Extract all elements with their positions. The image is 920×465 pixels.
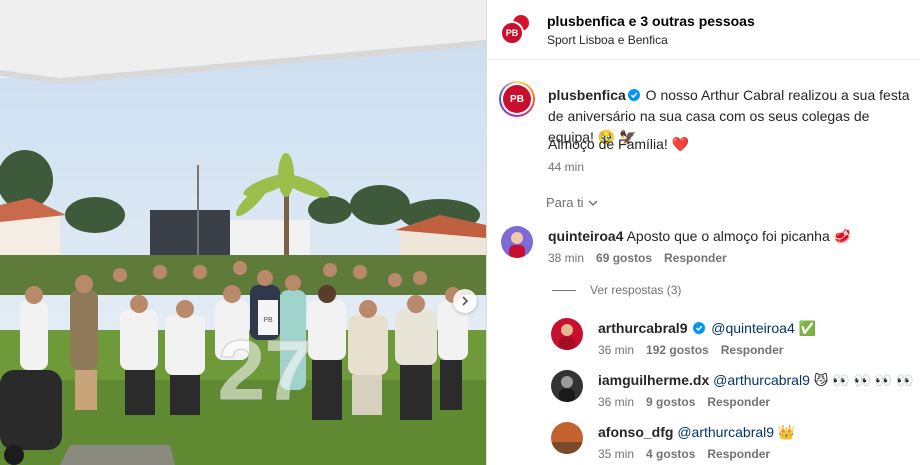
carousel-next-button[interactable] (453, 289, 477, 313)
comment-likes[interactable]: 69 gostos (596, 251, 652, 265)
collab-avatars[interactable]: PB (499, 11, 535, 47)
post-header: PB plusbenfica​ e 3 outras pessoas Sport… (487, 0, 920, 60)
reply-suffix: 😼 👀 👀 👀 👀 🔥 (813, 372, 920, 388)
reply-meta: 35 min 4 gostos Responder (598, 447, 770, 461)
caption-line-2: Almoço de Família! ❤️ (548, 136, 690, 152)
replies-line (552, 289, 576, 291)
reply-username[interactable]: arthurcabral9 (598, 320, 687, 336)
number-balloon: 27 (217, 323, 312, 417)
comment-filter-label: Para ti (546, 195, 584, 210)
comment-username[interactable]: quinteiroa4 (548, 228, 623, 244)
reply-text: afonso_dfg @arthurcabral9 👑 (598, 423, 795, 441)
post-sidebar: PB plusbenfica​ e 3 outras pessoas Sport… (487, 0, 920, 465)
reply-suffix: ✅ (794, 320, 817, 336)
comment-text: quinteiroa4 Aposto que o almoço foi pica… (548, 227, 851, 245)
comment-time[interactable]: 38 min (548, 251, 584, 265)
post-photo[interactable]: PB 27 (0, 0, 486, 465)
chevron-right-icon (462, 296, 469, 306)
comment-filter[interactable]: Para ti (546, 195, 598, 210)
author-avatar: PB (500, 21, 524, 45)
reply-text: arthurcabral9 @quinteiroa4 ✅ (598, 319, 816, 337)
post-authors: plusbenfica​ e 3 outras pessoas (547, 13, 755, 29)
verified-badge-icon (693, 322, 706, 334)
post-subtitle[interactable]: Sport Lisboa e Benfica (547, 33, 668, 47)
reply-mention[interactable]: @quinteiroa4 (711, 320, 795, 336)
reply-avatar[interactable] (551, 422, 583, 454)
reply-avatar[interactable] (551, 370, 583, 402)
comment-body: Aposto que o almoço foi picanha 🥩 (626, 228, 852, 244)
view-replies-label: Ver respostas (3) (590, 283, 682, 297)
reply-suffix: 👑 (774, 424, 796, 440)
reply-meta: 36 min 9 gostos Responder (598, 395, 770, 409)
caption-avatar[interactable]: PB (499, 81, 535, 117)
reply-button[interactable]: Responder (707, 395, 770, 409)
reply-username[interactable]: iamguilherme.dx (598, 372, 709, 388)
reply-avatar[interactable] (551, 318, 583, 350)
reply-button[interactable]: Responder (721, 343, 784, 357)
caption-timestamp[interactable]: 44 min (548, 160, 584, 174)
benfica-logo: PB (503, 85, 531, 113)
reply-mention[interactable]: @arthurcabral9 (713, 372, 810, 388)
reply-username[interactable]: afonso_dfg (598, 424, 673, 440)
reply-time[interactable]: 36 min (598, 395, 634, 409)
reply-button[interactable]: Responder (707, 447, 770, 461)
reply-time[interactable]: 36 min (598, 343, 634, 357)
reply-mention[interactable]: @arthurcabral9 (677, 424, 774, 440)
caption-username[interactable]: plusbenfica (548, 87, 626, 103)
other-authors[interactable]: e 3 outras pessoas (625, 13, 755, 29)
reply-meta: 36 min 192 gostos Responder (598, 343, 783, 357)
reply-text: iamguilherme.dx @arthurcabral9 😼 👀 👀 👀 👀… (598, 371, 920, 389)
author-username[interactable]: plusbenfica (547, 13, 625, 29)
comment-meta: 38 min 69 gostos Responder (548, 251, 727, 265)
reply-likes[interactable]: 9 gostos (646, 395, 695, 409)
chevron-down-icon (588, 200, 598, 206)
reply-time[interactable]: 35 min (598, 447, 634, 461)
verified-badge-icon (627, 89, 640, 101)
view-replies-button[interactable]: Ver respostas (3) (552, 283, 681, 297)
reply-likes[interactable]: 192 gostos (646, 343, 709, 357)
commenter-avatar[interactable] (501, 226, 533, 258)
reply-button[interactable]: Responder (664, 251, 727, 265)
reply-likes[interactable]: 4 gostos (646, 447, 695, 461)
